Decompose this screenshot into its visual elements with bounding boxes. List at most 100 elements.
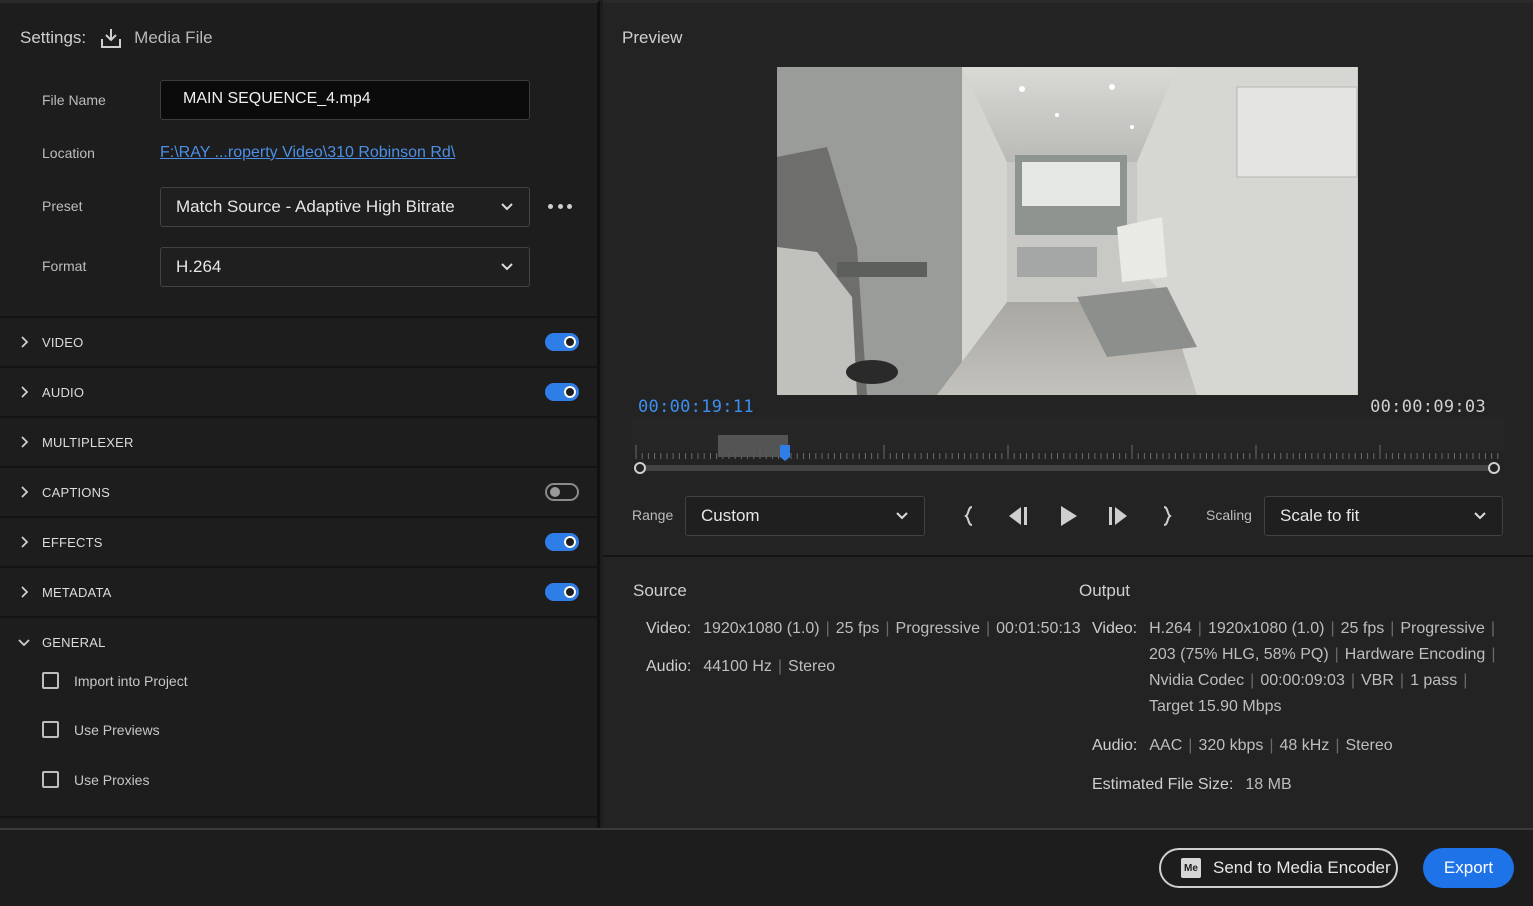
output-encoding: Hardware Encoding: [1344, 646, 1486, 663]
export-button[interactable]: Export: [1423, 848, 1514, 888]
source-video-scan: Progressive: [895, 620, 980, 637]
scaling-dropdown[interactable]: Scale to fit: [1264, 496, 1503, 536]
format-label: Format: [42, 258, 87, 274]
import-into-project-option[interactable]: Import into Project: [42, 672, 188, 689]
output-scan: Progressive: [1400, 620, 1485, 637]
settings-header: Settings: Media File: [20, 27, 213, 49]
source-video-duration: 00:01:50:13: [996, 620, 1081, 637]
video-preview: [777, 67, 1358, 395]
output-audio-rate: 48 kHz: [1279, 737, 1330, 754]
mark-in-icon[interactable]: [957, 503, 983, 529]
range-end-handle[interactable]: [1488, 462, 1500, 474]
output-codec: H.264: [1149, 620, 1192, 637]
output-bitrate-mode: VBR: [1361, 672, 1394, 689]
chevron-right-icon: [21, 386, 29, 398]
output-video-row-3: Nvidia Codec | 00:00:09:03 | VBR | 1 pass |: [1149, 672, 1468, 689]
output-audio-bitrate: 320 kbps: [1198, 737, 1264, 754]
output-filesize-row: Estimated File Size: 18 MB: [1092, 772, 1292, 798]
divider: [0, 816, 597, 818]
preset-dropdown[interactable]: Match Source - Adaptive High Bitrate: [160, 187, 530, 227]
section-label: CAPTIONS: [42, 484, 111, 500]
section-captions[interactable]: CAPTIONS: [0, 466, 597, 516]
output-video-row: Video: H.264 | 1920x1080 (1.0) | 25 fps | Progr…: [1092, 620, 1496, 637]
range-dropdown[interactable]: Custom: [685, 496, 925, 536]
section-video[interactable]: VIDEO: [0, 316, 597, 366]
current-timecode[interactable]: 00:00:19:11: [638, 397, 754, 417]
preset-value: Match Source - Adaptive High Bitrate: [176, 197, 455, 216]
output-video-label: Video:: [1092, 620, 1138, 637]
preview-panel: Preview 00:00:19:11 00:00:09:03 Range Cu…: [603, 0, 1533, 828]
preview-title: Preview: [622, 28, 683, 47]
section-label: EFFECTS: [42, 534, 103, 550]
send-to-media-encoder-button[interactable]: Me Send to Media Encoder: [1159, 848, 1398, 888]
effects-toggle[interactable]: [545, 533, 579, 551]
video-preview-frame: [777, 67, 1358, 395]
section-label: VIDEO: [42, 334, 84, 350]
source-video-resolution: 1920x1080 (1.0): [703, 620, 820, 637]
output-filesize-label: Estimated File Size:: [1092, 776, 1234, 793]
source-video-row: Video: 1920x1080 (1.0) | 25 fps | Progressive…: [646, 620, 1081, 637]
use-previews-option[interactable]: Use Previews: [42, 721, 160, 738]
chevron-down-icon: [1474, 512, 1486, 520]
playhead-icon[interactable]: [780, 445, 790, 461]
metadata-toggle[interactable]: [545, 583, 579, 601]
output-audio-label: Audio:: [1092, 737, 1138, 754]
use-previews-checkbox[interactable]: [42, 721, 59, 738]
output-filesize-value: 18 MB: [1245, 776, 1292, 793]
output-audio-channels: Stereo: [1345, 737, 1393, 754]
output-duration: 00:00:09:03: [1260, 672, 1345, 689]
output-hdr: 203 (75% HLG, 58% PQ): [1149, 646, 1329, 663]
use-proxies-checkbox[interactable]: [42, 771, 59, 788]
duration-timecode: 00:00:09:03: [1370, 397, 1486, 417]
format-dropdown[interactable]: H.264: [160, 247, 530, 287]
output-video-row-2: 203 (75% HLG, 58% PQ) | Hardware Encoding |: [1149, 646, 1496, 663]
range-value: Custom: [701, 506, 760, 525]
section-audio[interactable]: AUDIO: [0, 366, 597, 416]
preset-more-options-icon[interactable]: [548, 199, 572, 213]
media-file-label[interactable]: Media File: [134, 28, 212, 48]
scaling-value: Scale to fit: [1280, 506, 1360, 525]
section-general[interactable]: GENERAL: [0, 616, 597, 666]
file-name-input[interactable]: MAIN SEQUENCE_4.mp4: [160, 80, 530, 120]
send-to-media-encoder-label: Send to Media Encoder: [1213, 858, 1391, 877]
option-label: Use Proxies: [74, 771, 150, 788]
section-label: MULTIPLEXER: [42, 434, 134, 450]
section-label: METADATA: [42, 584, 112, 600]
media-encoder-icon: Me: [1181, 858, 1201, 878]
location-link[interactable]: F:\RAY ...roperty Video\310 Robinson Rd\: [160, 144, 455, 162]
in-out-range[interactable]: [718, 435, 788, 457]
captions-toggle[interactable]: [545, 483, 579, 501]
mark-out-icon[interactable]: [1153, 503, 1179, 529]
footer-bar: Me Send to Media Encoder Export: [0, 828, 1533, 906]
source-audio-label: Audio:: [646, 658, 692, 675]
section-effects[interactable]: EFFECTS: [0, 516, 597, 566]
step-forward-icon[interactable]: [1105, 503, 1131, 529]
chevron-right-icon: [21, 336, 29, 348]
video-toggle[interactable]: [545, 333, 579, 351]
output-audio-codec: AAC: [1149, 737, 1183, 754]
format-value: H.264: [176, 257, 222, 276]
scaling-label: Scaling: [1206, 507, 1252, 523]
import-into-project-checkbox[interactable]: [42, 672, 59, 689]
range-label: Range: [632, 507, 674, 523]
source-audio-row: Audio: 44100 Hz | Stereo: [646, 658, 836, 675]
section-multiplexer[interactable]: MULTIPLEXER: [0, 416, 597, 466]
chevron-right-icon: [21, 486, 29, 498]
option-label: Use Previews: [74, 721, 160, 738]
output-audio-row: Audio: AAC | 320 kbps | 48 kHz | Stereo: [1092, 737, 1393, 754]
range-start-handle[interactable]: [634, 462, 646, 474]
file-name-label: File Name: [42, 92, 106, 108]
source-video-label: Video:: [646, 620, 692, 637]
step-back-icon[interactable]: [1005, 503, 1031, 529]
use-proxies-option[interactable]: Use Proxies: [42, 771, 149, 788]
audio-toggle[interactable]: [545, 383, 579, 401]
section-metadata[interactable]: METADATA: [0, 566, 597, 616]
option-label: Import into Project: [74, 672, 188, 689]
timeline-scrubber[interactable]: [632, 417, 1504, 477]
play-icon[interactable]: [1055, 503, 1081, 529]
output-fps: 25 fps: [1340, 620, 1385, 637]
settings-label: Settings:: [20, 28, 87, 47]
output-codec-vendor: Nvidia Codec: [1149, 672, 1245, 689]
media-file-download-icon[interactable]: [100, 27, 122, 49]
divider: [603, 555, 1533, 557]
